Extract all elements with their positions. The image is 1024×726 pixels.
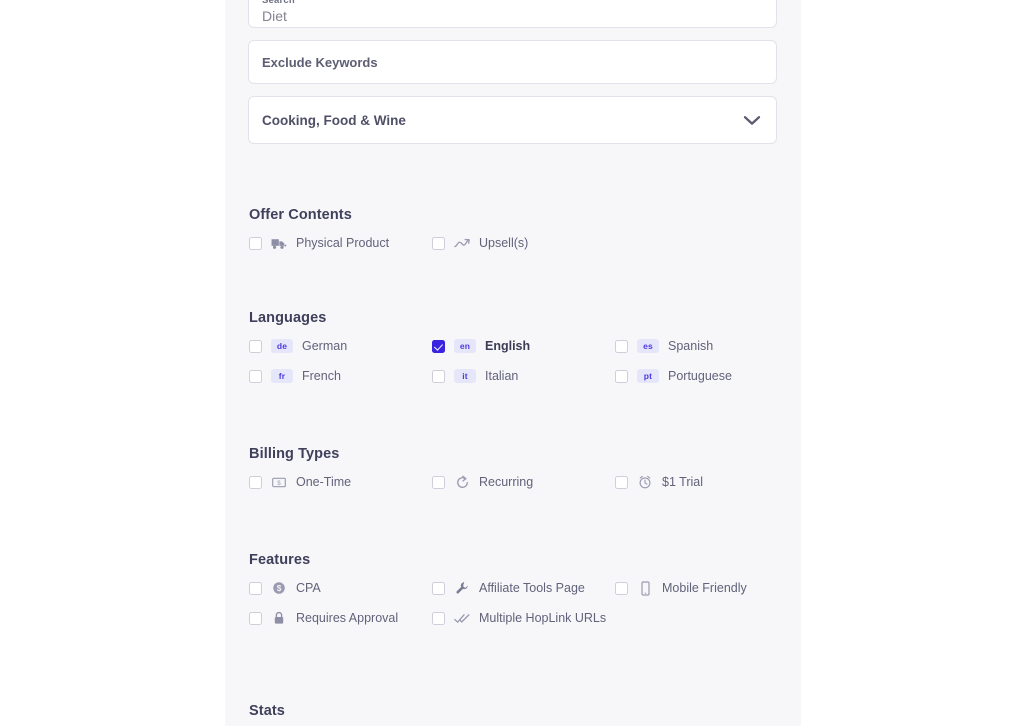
section-languages: Languages de German en English es Spanis… [248,310,778,384]
option-label-french: French [302,369,341,383]
checkbox-requires-approval[interactable] [249,612,262,625]
section-title-features: Features [249,552,778,568]
checkbox-mobile-friendly[interactable] [615,582,628,595]
option-affiliate-tools-page[interactable]: Affiliate Tools Page [432,580,615,596]
search-field[interactable]: Search Diet [248,0,777,28]
chevron-down-icon [743,115,761,126]
option-label-cpa: CPA [296,581,321,595]
option-requires-approval[interactable]: Requires Approval [249,610,432,626]
banknote-icon: $ [271,474,287,490]
option-one-time[interactable]: $ One-Time [249,474,432,490]
section-title-billing-types: Billing Types [249,446,778,462]
option-physical-product[interactable]: Physical Product [249,235,432,251]
lock-icon [271,610,287,626]
option-label-requires-approval: Requires Approval [296,611,398,625]
checkbox-language-english[interactable] [432,340,445,353]
checkbox-one-time[interactable] [249,476,262,489]
option-label-upsells: Upsell(s) [479,236,528,250]
alarm-clock-icon [637,474,653,490]
option-label-portuguese: Portuguese [668,369,732,383]
option-mobile-friendly[interactable]: Mobile Friendly [615,580,798,596]
option-label-english: English [485,339,530,353]
option-label-affiliate-tools-page: Affiliate Tools Page [479,581,585,595]
dollar-circle-icon: $ [271,580,287,596]
language-code-badge-pt: pt [637,369,659,383]
search-label: Search [262,0,763,7]
mobile-phone-icon [637,580,653,596]
filter-panel: Search Diet Exclude Keywords Cooking, Fo… [225,0,801,726]
category-select-value: Cooking, Food & Wine [262,113,406,128]
option-label-recurring: Recurring [479,475,533,489]
option-upsells[interactable]: Upsell(s) [432,235,615,251]
language-code-badge-fr: fr [271,369,293,383]
option-label-multiple-hoplink-urls: Multiple HopLink URLs [479,611,606,625]
language-code-badge-de: de [271,339,293,353]
section-stats: Stats Gravity Between 20 and Max [248,703,778,726]
search-input-value[interactable]: Diet [262,7,763,25]
section-features: Features $ CPA [248,552,778,626]
option-language-italian[interactable]: it Italian [432,368,615,384]
wrench-icon [454,580,470,596]
option-label-german: German [302,339,347,353]
language-code-badge-es: es [637,339,659,353]
checkbox-cpa[interactable] [249,582,262,595]
option-label-italian: Italian [485,369,518,383]
refresh-icon [454,474,470,490]
field-stack: Search Diet Exclude Keywords Cooking, Fo… [248,0,778,144]
option-label-mobile-friendly: Mobile Friendly [662,581,747,595]
features-options: $ CPA Affiliate Tools Page [249,580,778,626]
checkbox-language-italian[interactable] [432,370,445,383]
checkbox-language-spanish[interactable] [615,340,628,353]
offer-contents-options: Physical Product Upsell(s) [249,235,778,251]
option-label-physical-product: Physical Product [296,236,389,250]
billing-types-options: $ One-Time Recurring [249,474,778,490]
category-select[interactable]: Cooking, Food & Wine [248,96,777,144]
checkbox-language-french[interactable] [249,370,262,383]
svg-text:$: $ [277,583,282,593]
section-offer-contents: Offer Contents Physical Product [248,207,778,251]
option-label-dollar-trial: $1 Trial [662,475,703,489]
option-language-french[interactable]: fr French [249,368,432,384]
checkbox-language-portuguese[interactable] [615,370,628,383]
double-check-icon [454,610,470,626]
section-title-stats: Stats [249,703,778,719]
section-title-offer-contents: Offer Contents [249,207,778,223]
checkbox-language-german[interactable] [249,340,262,353]
option-cpa[interactable]: $ CPA [249,580,432,596]
svg-text:$: $ [277,479,281,486]
checkbox-recurring[interactable] [432,476,445,489]
option-label-one-time: One-Time [296,475,351,489]
option-language-portuguese[interactable]: pt Portuguese [615,368,798,384]
language-code-badge-en: en [454,339,476,353]
option-dollar-trial[interactable]: $1 Trial [615,474,798,490]
languages-options: de German en English es Spanish fr Frenc [249,338,778,384]
option-language-german[interactable]: de German [249,338,432,354]
option-language-english[interactable]: en English [432,338,615,354]
trending-up-icon [454,235,470,251]
option-label-spanish: Spanish [668,339,713,353]
option-language-spanish[interactable]: es Spanish [615,338,798,354]
language-code-badge-it: it [454,369,476,383]
exclude-keywords-label: Exclude Keywords [262,55,378,70]
checkbox-dollar-trial[interactable] [615,476,628,489]
section-title-languages: Languages [249,310,778,326]
option-recurring[interactable]: Recurring [432,474,615,490]
exclude-keywords-field[interactable]: Exclude Keywords [248,40,777,84]
option-multiple-hoplink-urls[interactable]: Multiple HopLink URLs [432,610,615,626]
filter-page: Search Diet Exclude Keywords Cooking, Fo… [0,0,1024,726]
section-billing-types: Billing Types $ One-Time [248,446,778,490]
checkbox-upsells[interactable] [432,237,445,250]
checkbox-physical-product[interactable] [249,237,262,250]
checkbox-affiliate-tools-page[interactable] [432,582,445,595]
truck-icon [271,235,287,251]
checkbox-multiple-hoplink-urls[interactable] [432,612,445,625]
